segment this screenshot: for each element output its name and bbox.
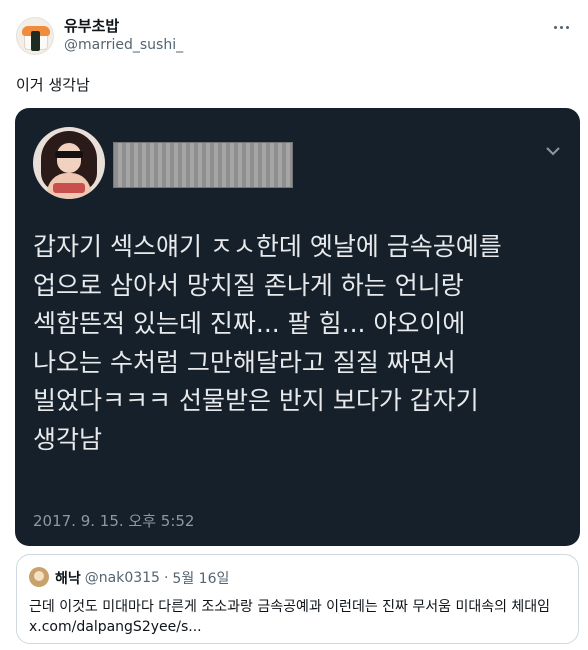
quote-author-avatar[interactable] (29, 567, 49, 587)
author-handle[interactable]: @married_sushi_ (64, 36, 183, 55)
quote-author-handle: @nak0315 (84, 570, 160, 586)
quote-date: 5월 16일 (172, 571, 230, 587)
author-names: 유부초밥 @married_sushi_ (64, 17, 183, 55)
chevron-down-icon (546, 147, 560, 156)
redacted-name-block (113, 142, 293, 188)
quote-text: 근데 이것도 미대마다 다른게 조소과랑 금속공예과 이런데는 진짜 무서움 미… (29, 599, 551, 635)
quote-author-name: 해낙 (55, 571, 81, 587)
quote-header: 해낙 @nak0315 · 5월 16일 (55, 568, 229, 588)
embedded-tweet-timestamp: 2017. 9. 15. 오후 5:52 (33, 512, 195, 530)
quote-separator: · (163, 570, 169, 586)
tweet-text: 이거 생각남 (16, 76, 90, 94)
tweet-author-header: 유부초밥 @married_sushi_ (16, 14, 183, 58)
sushi-avatar-icon[interactable] (16, 17, 54, 55)
more-options-icon[interactable] (550, 18, 572, 36)
embedded-profile-avatar (33, 127, 105, 199)
tweet-media-image[interactable]: 갑자기 섹스얘기 ㅈㅅ한데 옛날에 금속공예를 업으로 삼아서 망치질 존나게 … (15, 108, 580, 546)
author-display-name[interactable]: 유부초밥 (64, 17, 183, 36)
quoted-tweet-card[interactable]: 해낙 @nak0315 · 5월 16일 근데 이것도 미대마다 다른게 조소과… (16, 554, 579, 644)
embedded-tweet-text: 갑자기 섹스얘기 ㅈㅅ한데 옛날에 금속공예를 업으로 삼아서 망치질 존나게 … (33, 232, 502, 454)
